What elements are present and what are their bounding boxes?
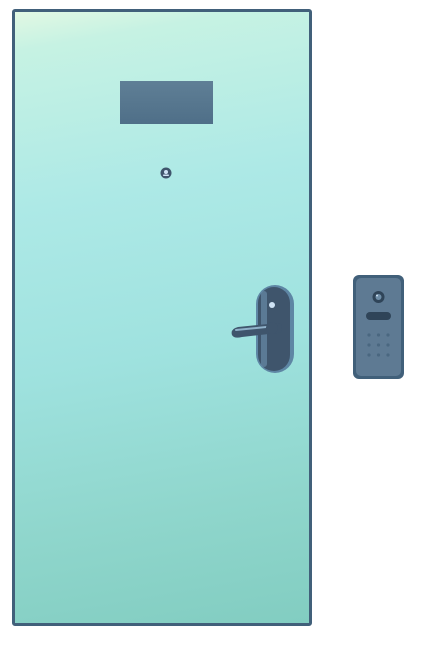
door-window: [120, 81, 213, 124]
keypad-icon[interactable]: [352, 274, 405, 380]
peephole-icon: [160, 164, 172, 179]
door-handle-icon[interactable]: [228, 283, 296, 375]
door-scene: [0, 0, 423, 649]
